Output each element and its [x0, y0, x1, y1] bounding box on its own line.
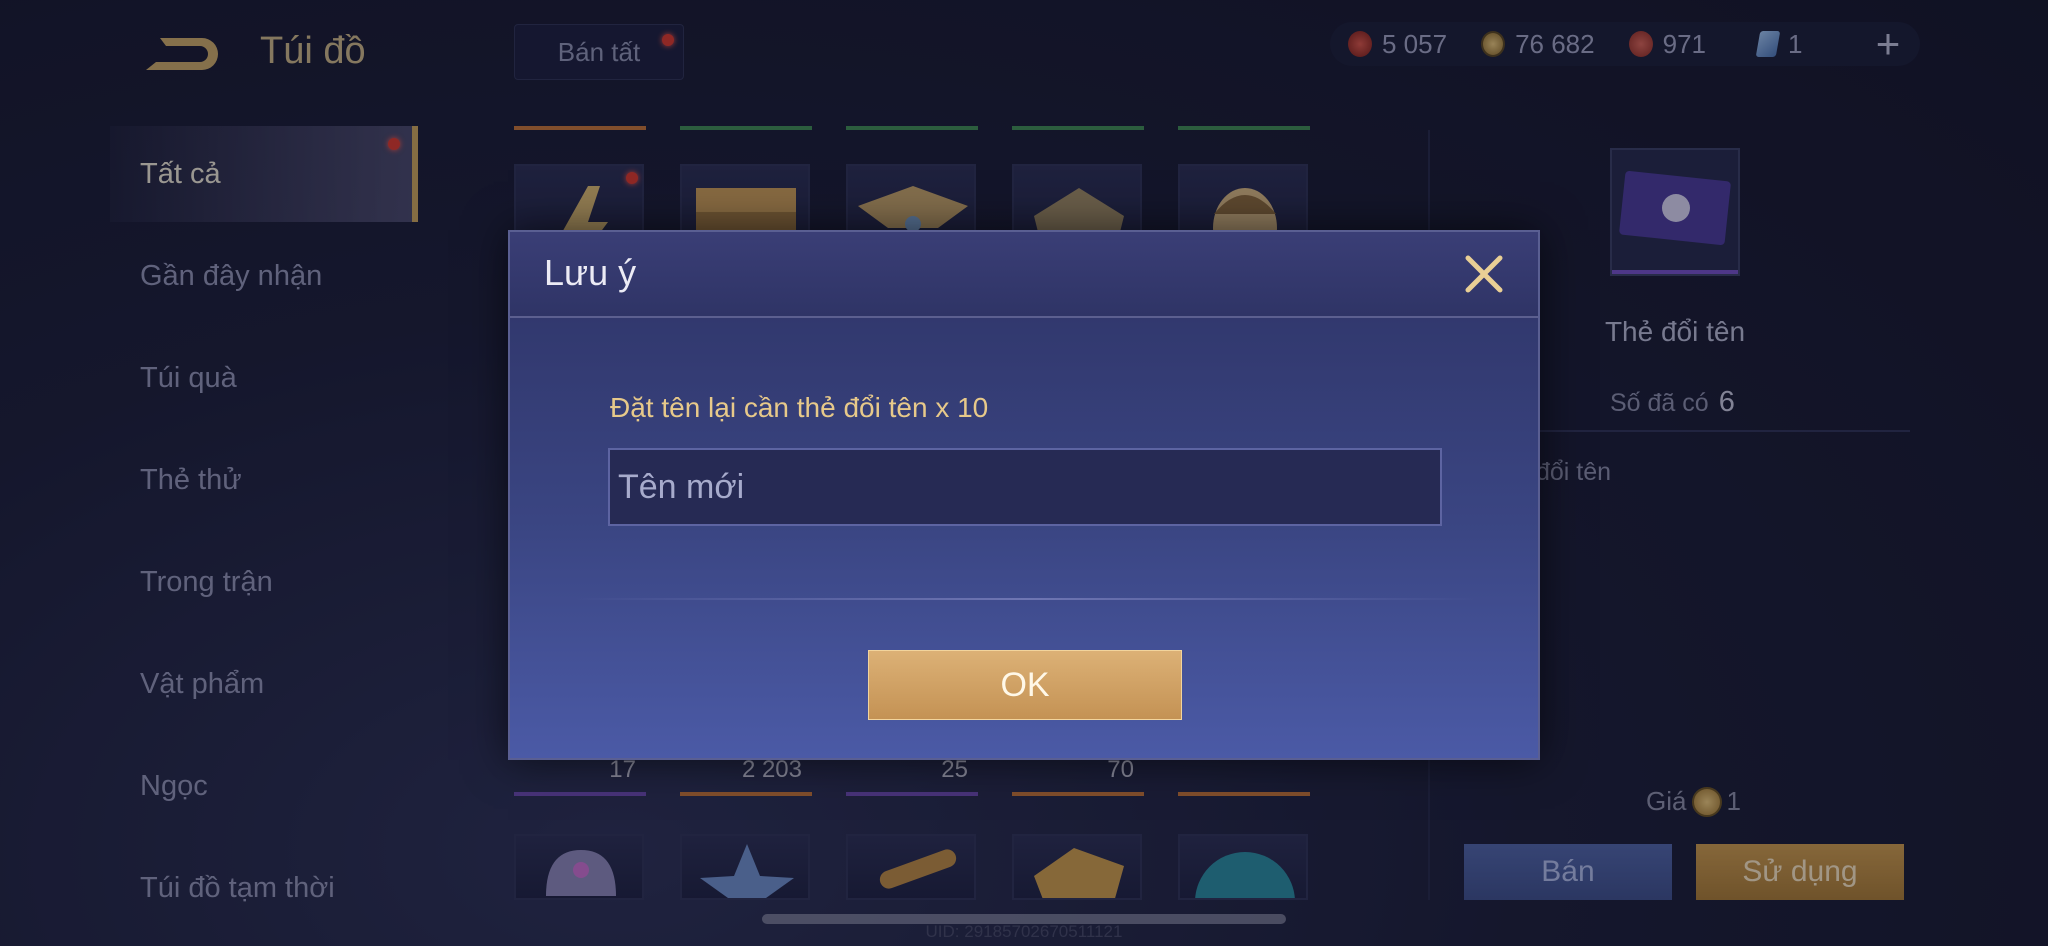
rename-dialog: Lưu ý Đặt tên lại cần thẻ đổi tên x 10 O… — [508, 230, 1540, 760]
ok-button[interactable]: OK — [868, 650, 1182, 720]
new-name-input[interactable] — [608, 448, 1442, 526]
dialog-divider — [572, 598, 1480, 600]
ok-label: OK — [1000, 665, 1050, 704]
close-icon[interactable] — [1462, 252, 1506, 296]
dialog-header — [510, 232, 1538, 318]
rename-hint: Đặt tên lại cần thẻ đổi tên x 10 — [610, 392, 989, 423]
dialog-title: Lưu ý — [544, 252, 637, 293]
